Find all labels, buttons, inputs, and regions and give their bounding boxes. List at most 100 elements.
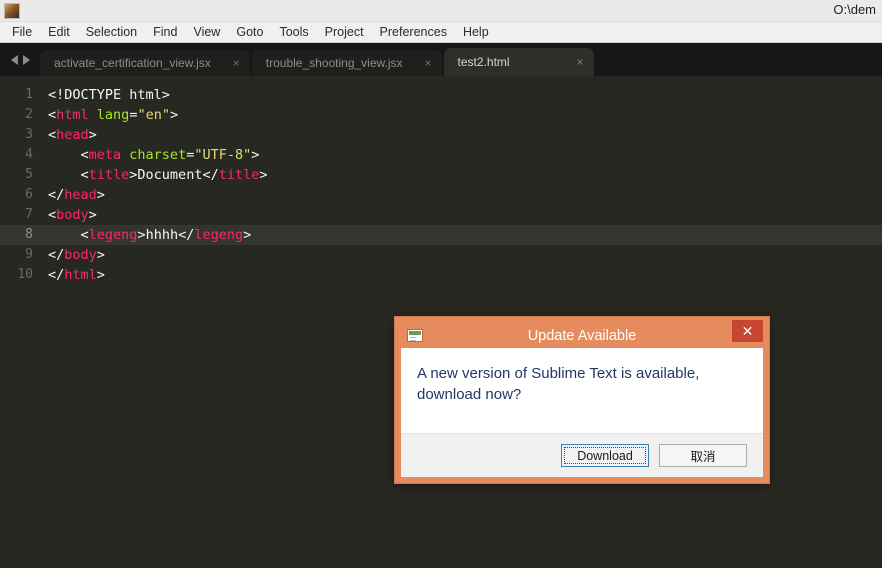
code-token: >: [251, 147, 260, 163]
code-token: title: [88, 167, 130, 183]
window-update-icon: [407, 329, 423, 342]
code-token: >: [96, 247, 105, 263]
close-icon[interactable]: ✕: [732, 320, 763, 342]
menu-item-tools[interactable]: Tools: [271, 23, 316, 42]
line-number: 7: [25, 207, 33, 222]
menu-item-edit[interactable]: Edit: [40, 23, 78, 42]
code-line[interactable]: <meta charset="UTF-8">: [42, 145, 882, 165]
code-line[interactable]: <title>Document</title>: [42, 165, 882, 185]
code-token: </: [48, 247, 65, 263]
sublime-text-window: O:\dem File Edit Selection Find View Goto Tool…: [0, 0, 882, 568]
tab-strip: activate_certification_view.jsx × trouble_…: [40, 48, 596, 76]
code-token: <: [48, 227, 89, 243]
tab-label: trouble_shooting_view.jsx: [265, 56, 403, 70]
code-token: legeng: [194, 227, 244, 243]
code-token: "en": [137, 107, 170, 123]
line-number: 6: [25, 187, 33, 202]
menu-item-selection[interactable]: Selection: [78, 23, 145, 42]
code-token: title: [218, 167, 260, 183]
code-token: >: [88, 127, 97, 143]
code-token: <: [48, 167, 89, 183]
code-token: <!DOCTYPE html>: [48, 87, 170, 103]
code-token: body: [56, 207, 89, 223]
code-token: >: [259, 167, 268, 183]
cancel-button[interactable]: 取消: [659, 444, 747, 467]
menu-item-goto[interactable]: Goto: [228, 23, 271, 42]
line-number: 3: [25, 127, 33, 142]
dialog-title: Update Available: [527, 327, 637, 344]
code-token: >: [96, 187, 105, 203]
menubar: File Edit Selection Find View Goto Tools Projec…: [0, 22, 882, 43]
tabbar: activate_certification_view.jsx × trouble_…: [0, 43, 882, 76]
code-line[interactable]: </head>: [42, 185, 882, 205]
code-line[interactable]: <!DOCTYPE html>: [42, 85, 882, 105]
line-number: 5: [25, 167, 33, 182]
line-number: 1: [25, 87, 33, 102]
tab-close-icon[interactable]: ×: [211, 57, 240, 69]
code-token: </: [178, 227, 195, 243]
code-token: </: [48, 267, 65, 283]
code-token: <: [48, 107, 57, 123]
menu-item-file[interactable]: File: [4, 23, 40, 42]
dialog-footer: Download 取消: [401, 433, 763, 477]
download-button[interactable]: Download: [561, 444, 649, 467]
line-number: 8: [0, 225, 42, 245]
nav-forward-icon[interactable]: [22, 54, 30, 65]
code-token: head: [64, 187, 97, 203]
menu-item-view[interactable]: View: [185, 23, 228, 42]
editor-tab[interactable]: trouble_shooting_view.jsx ×: [251, 50, 442, 76]
update-available-dialog: Update Available ✕ A new version of Subl…: [394, 316, 770, 484]
code-token: head: [56, 127, 89, 143]
code-token: html: [56, 107, 89, 123]
code-token: <: [48, 207, 57, 223]
tab-label: test2.html: [457, 55, 510, 69]
sublime-text-icon: [4, 3, 20, 19]
code-line[interactable]: <html lang="en">: [42, 105, 882, 125]
code-token: Document: [137, 167, 203, 183]
tab-nav-arrows: [0, 43, 40, 76]
menu-item-find[interactable]: Find: [145, 23, 185, 42]
code-token: </: [202, 167, 219, 183]
code-token: legeng: [88, 227, 138, 243]
code-token: hhhh: [145, 227, 179, 243]
code-token: <: [48, 127, 57, 143]
code-token: <: [48, 147, 89, 163]
menu-item-preferences[interactable]: Preferences: [372, 23, 455, 42]
code-line[interactable]: <head>: [42, 125, 882, 145]
code-line[interactable]: </body>: [42, 245, 882, 265]
line-number: 9: [25, 247, 33, 262]
code-token: >: [88, 207, 97, 223]
tab-label: activate_certification_view.jsx: [54, 56, 211, 70]
code-token: "UTF-8": [194, 147, 252, 163]
line-number: 4: [25, 147, 33, 162]
window-title: O:\dem: [833, 2, 876, 17]
nav-back-icon[interactable]: [10, 54, 18, 65]
code-token: >: [243, 227, 252, 243]
menu-item-help[interactable]: Help: [455, 23, 497, 42]
code-token: charset: [129, 147, 187, 163]
editor-tab[interactable]: test2.html ×: [443, 48, 594, 76]
dialog-titlebar: Update Available ✕: [401, 320, 763, 348]
line-number: 2: [25, 107, 33, 122]
code-token: lang: [96, 107, 130, 123]
menu-item-project[interactable]: Project: [317, 23, 372, 42]
tab-close-icon[interactable]: ×: [555, 56, 584, 68]
code-token: >: [169, 107, 179, 123]
tab-close-icon[interactable]: ×: [403, 57, 432, 69]
dialog-body: A new version of Sublime Text is availab…: [401, 348, 763, 433]
code-token: body: [64, 247, 97, 263]
dialog-message: A new version of Sublime Text is availab…: [417, 365, 700, 403]
code-token: html: [64, 267, 97, 283]
code-line[interactable]: <legeng>hhhh</legeng>: [42, 225, 882, 245]
line-number: 10: [17, 267, 33, 282]
editor-tab[interactable]: activate_certification_view.jsx ×: [40, 50, 250, 76]
code-line[interactable]: </html>: [42, 265, 882, 285]
code-token: meta: [88, 147, 122, 163]
code-token: >: [96, 267, 105, 283]
code-line[interactable]: <body>: [42, 205, 882, 225]
line-number-gutter: 1 2 3 4 5 6 7 8 9 10: [0, 76, 42, 568]
code-token: >: [137, 227, 146, 243]
code-token: </: [48, 187, 65, 203]
window-titlebar: O:\dem: [0, 0, 882, 22]
